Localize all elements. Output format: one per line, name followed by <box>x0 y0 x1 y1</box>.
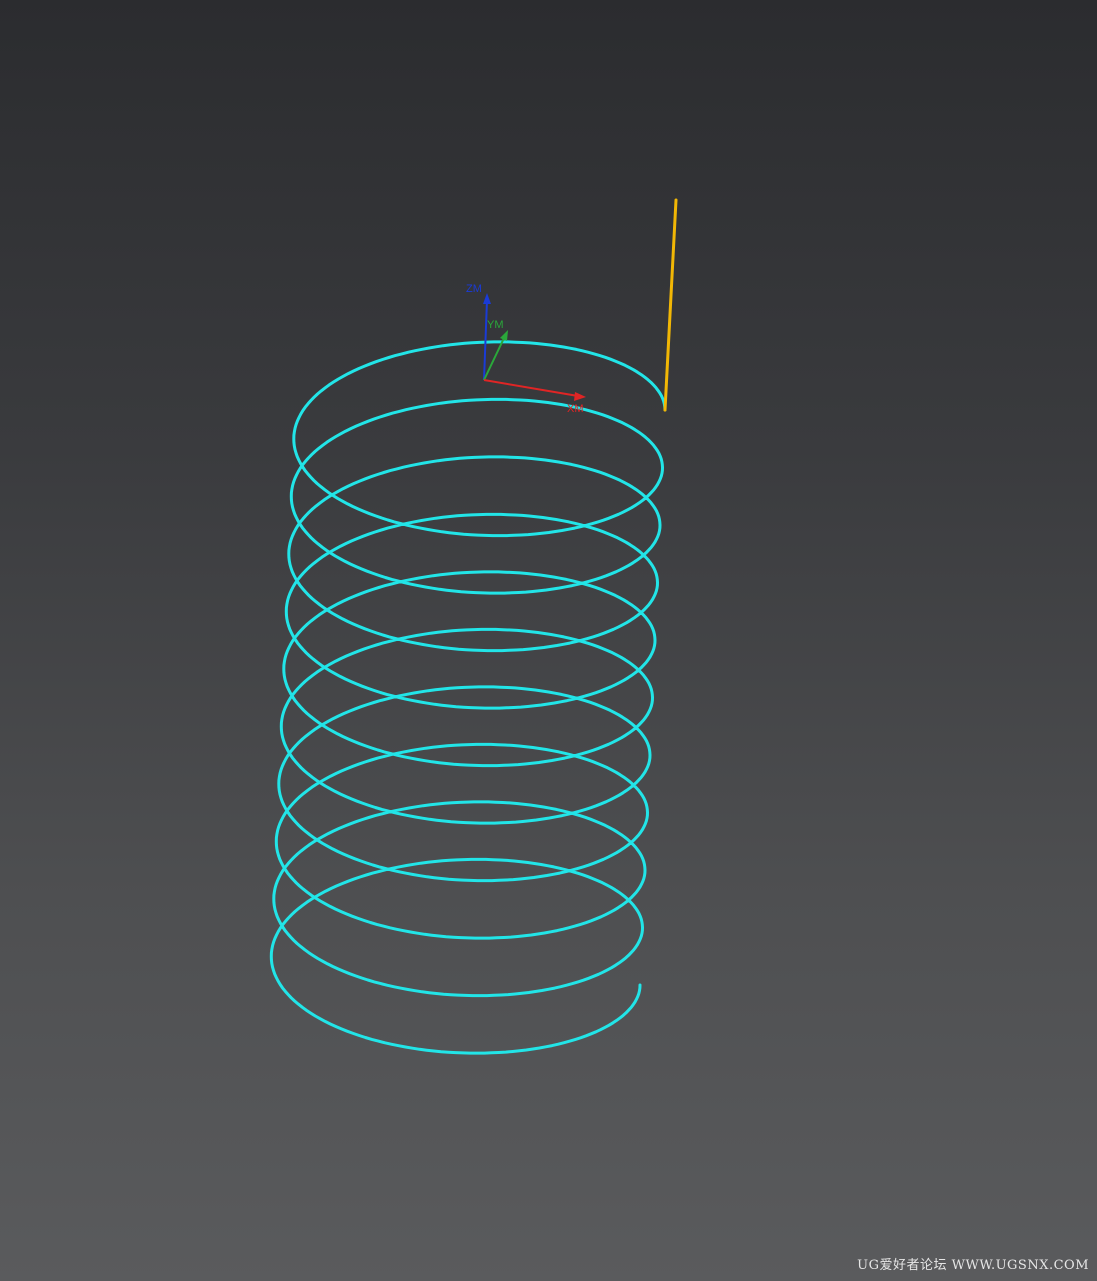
y-axis-label: YM <box>487 319 504 331</box>
graphics-viewport[interactable]: ZM YM XM UG爱好者论坛 WWW.UGSNX.COM <box>0 0 1097 1281</box>
x-axis <box>483 379 579 397</box>
z-axis-arrowhead <box>483 293 491 304</box>
helix-curve[interactable] <box>269 340 667 1055</box>
z-axis-label: ZM <box>466 283 482 295</box>
x-axis-label: XM <box>567 403 584 415</box>
lead-line[interactable] <box>663 198 678 412</box>
z-axis <box>483 299 488 381</box>
model-scene[interactable]: ZM YM XM <box>0 0 1097 1281</box>
x-axis-arrowhead <box>574 392 586 401</box>
watermark-text: UG爱好者论坛 WWW.UGSNX.COM <box>857 1258 1089 1273</box>
y-axis-arrowhead <box>500 330 508 341</box>
